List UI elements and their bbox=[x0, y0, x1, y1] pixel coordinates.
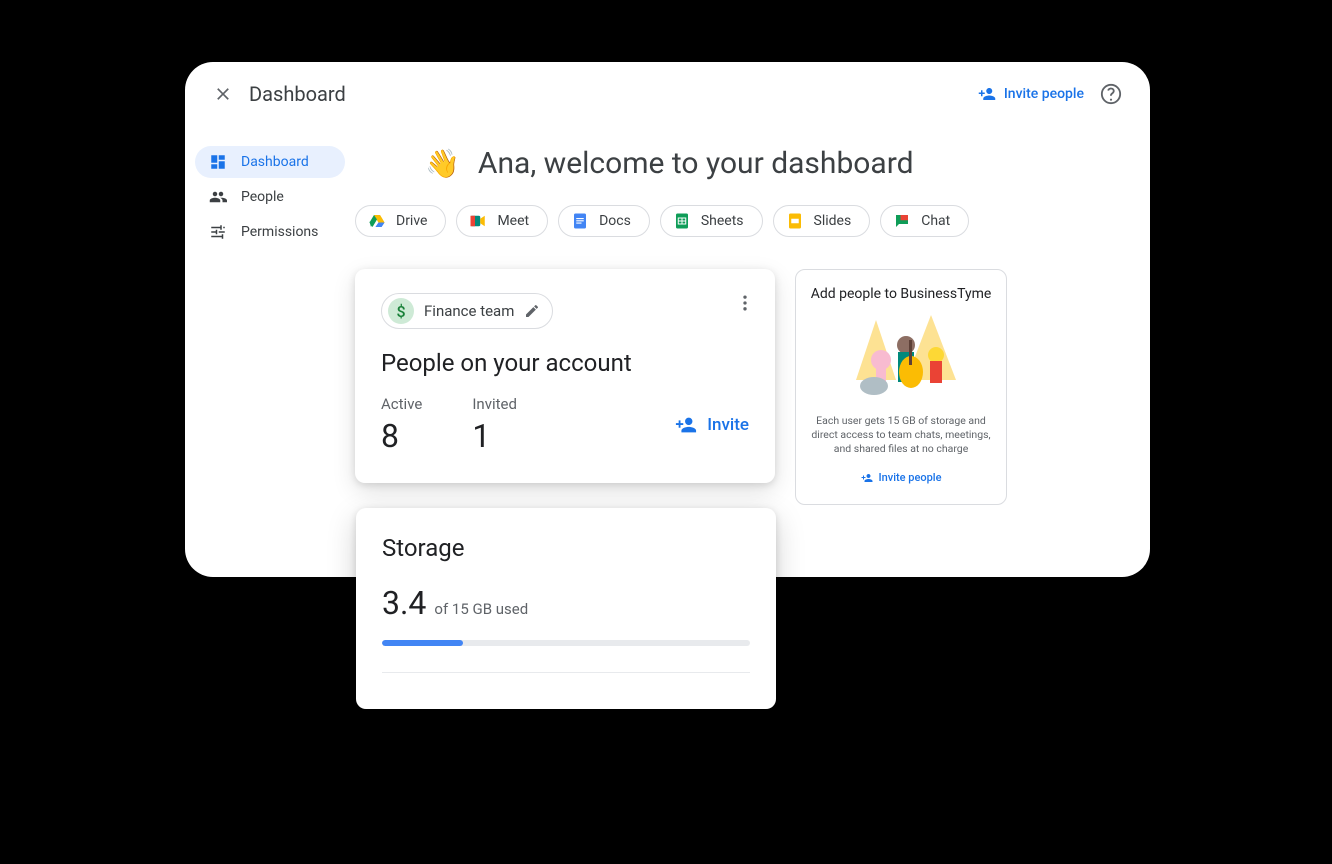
invited-label: Invited bbox=[472, 395, 517, 413]
team-selector[interactable]: $ Finance team bbox=[381, 293, 553, 329]
chat-icon bbox=[893, 212, 911, 230]
storage-card: Storage 3.4 of 15 GB used bbox=[356, 508, 776, 709]
invite-people-label: Invite people bbox=[1004, 86, 1084, 102]
sidebar: Dashboard People Permissions bbox=[185, 116, 355, 577]
invited-stat: Invited 1 bbox=[472, 395, 517, 455]
promo-description: Each user gets 15 GB of storage and dire… bbox=[810, 414, 992, 457]
sidebar-item-permissions[interactable]: Permissions bbox=[195, 216, 345, 248]
add-people-promo-card: Add people to BusinessTyme bbox=[795, 269, 1007, 505]
person-add-icon bbox=[675, 414, 697, 436]
topbar: Dashboard Invite people bbox=[185, 62, 1150, 116]
app-chip-drive[interactable]: Drive bbox=[355, 205, 446, 237]
person-add-icon bbox=[978, 85, 996, 103]
meet-icon bbox=[469, 212, 487, 230]
drive-icon bbox=[368, 212, 386, 230]
promo-invite-label: Invite people bbox=[879, 471, 942, 484]
invite-button-label: Invite bbox=[707, 415, 749, 435]
people-card: $ Finance team People on your account Ac… bbox=[355, 269, 775, 483]
active-value: 8 bbox=[381, 417, 422, 455]
welcome-header: 👋 Ana, welcome to your dashboard bbox=[425, 146, 1130, 181]
app-chip-slides[interactable]: Slides bbox=[773, 205, 871, 237]
wave-emoji-icon: 👋 bbox=[425, 147, 460, 180]
app-chip-label: Chat bbox=[921, 213, 950, 229]
active-stat: Active 8 bbox=[381, 395, 422, 455]
storage-title: Storage bbox=[382, 534, 750, 562]
invite-people-button[interactable]: Invite people bbox=[978, 85, 1084, 103]
app-chip-meet[interactable]: Meet bbox=[456, 205, 548, 237]
admin-console-window: Dashboard Invite people Dashboard People bbox=[185, 62, 1150, 577]
help-icon[interactable] bbox=[1100, 83, 1122, 105]
app-chip-docs[interactable]: Docs bbox=[558, 205, 650, 237]
divider bbox=[382, 672, 750, 673]
docs-icon bbox=[571, 212, 589, 230]
dollar-icon: $ bbox=[388, 298, 414, 324]
app-chip-sheets[interactable]: Sheets bbox=[660, 205, 763, 237]
storage-used-value: 3.4 bbox=[382, 584, 426, 622]
more-menu-icon[interactable] bbox=[735, 293, 755, 317]
slides-icon bbox=[786, 212, 804, 230]
promo-invite-link[interactable]: Invite people bbox=[861, 471, 942, 484]
tune-icon bbox=[209, 223, 227, 241]
invite-button[interactable]: Invite bbox=[675, 414, 749, 436]
app-chip-label: Meet bbox=[497, 213, 529, 229]
invited-value: 1 bbox=[472, 417, 517, 455]
sidebar-item-label: People bbox=[241, 189, 284, 205]
active-label: Active bbox=[381, 395, 422, 413]
storage-used-suffix: of 15 GB used bbox=[434, 600, 528, 618]
sidebar-item-label: Dashboard bbox=[241, 154, 309, 170]
sidebar-item-label: Permissions bbox=[241, 224, 318, 240]
dashboard-icon bbox=[209, 153, 227, 171]
close-icon[interactable] bbox=[213, 84, 233, 104]
people-icon bbox=[209, 188, 227, 206]
pencil-icon bbox=[524, 303, 540, 319]
app-chip-label: Drive bbox=[396, 213, 427, 229]
storage-progress-bar bbox=[382, 640, 750, 646]
sidebar-item-people[interactable]: People bbox=[195, 181, 345, 213]
people-card-title: People on your account bbox=[381, 349, 749, 377]
sheets-icon bbox=[673, 212, 691, 230]
app-chip-label: Slides bbox=[814, 213, 852, 229]
page-title: Dashboard bbox=[249, 82, 346, 106]
app-chip-chat[interactable]: Chat bbox=[880, 205, 969, 237]
person-add-icon bbox=[861, 472, 873, 484]
storage-progress-fill bbox=[382, 640, 463, 646]
app-shortcuts: Drive Meet Docs Sheets Slides bbox=[355, 205, 1130, 237]
promo-title: Add people to BusinessTyme bbox=[810, 286, 992, 302]
team-name: Finance team bbox=[424, 302, 514, 320]
app-chip-label: Sheets bbox=[701, 213, 744, 229]
welcome-text: Ana, welcome to your dashboard bbox=[478, 146, 914, 181]
band-illustration-icon bbox=[836, 310, 966, 400]
sidebar-item-dashboard[interactable]: Dashboard bbox=[195, 146, 345, 178]
app-chip-label: Docs bbox=[599, 213, 631, 229]
